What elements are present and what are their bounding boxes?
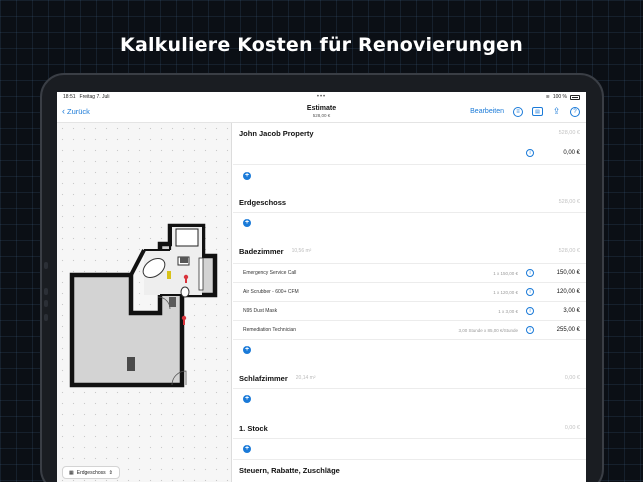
- status-time: 18:51: [63, 94, 76, 100]
- line-item-name: Remediation Technician: [243, 327, 296, 333]
- section-bathroom[interactable]: Badezimmer 10,56 m² 528,00 €: [233, 241, 586, 261]
- divider: [233, 164, 586, 165]
- moisture-marker[interactable]: [181, 315, 187, 321]
- floor-selector[interactable]: ▦ Erdgeschoss ⇕: [62, 466, 120, 479]
- section-total: 0,00 €: [564, 425, 580, 431]
- section-total: 528,00 €: [558, 248, 580, 254]
- section-property[interactable]: John Jacob Property 528,00 €: [233, 123, 586, 143]
- wifi-icon: ≋: [545, 94, 550, 100]
- line-item-price: 255,00 €: [556, 327, 580, 333]
- add-item-button[interactable]: +: [243, 346, 251, 354]
- section-name: Schlafzimmer: [239, 373, 288, 383]
- divider: [233, 339, 586, 340]
- chevron-updown-icon: ⇕: [108, 469, 113, 476]
- section-bedroom[interactable]: Schlafzimmer 20,14 m² 0,00 €: [233, 368, 586, 388]
- side-button: [44, 314, 48, 321]
- line-item[interactable]: N95 Dust Mask 1 x 3,00 € i 3,00 €: [233, 301, 586, 320]
- divider: [233, 438, 586, 439]
- add-item-button[interactable]: +: [243, 395, 251, 403]
- diagonal-wall: [129, 249, 146, 276]
- section-name: Erdgeschoss: [239, 197, 287, 207]
- line-item-name: N95 Dust Mask: [243, 308, 278, 314]
- info-icon[interactable]: i: [526, 288, 534, 296]
- side-button: [44, 300, 48, 307]
- line-item-qty: 1 x 3,00 €: [498, 308, 518, 314]
- moisture-marker: [183, 320, 185, 325]
- property-row[interactable]: i 0,00 €: [233, 143, 586, 162]
- info-icon[interactable]: i: [526, 307, 534, 315]
- section-ground-floor[interactable]: Erdgeschoss 528,00 €: [233, 192, 586, 212]
- equipment-icon[interactable]: [180, 257, 188, 263]
- row-price: 0,00 €: [563, 149, 580, 156]
- line-item-name: Air Scrubber - 600+ CFM: [243, 289, 299, 295]
- section-name: John Jacob Property: [239, 128, 314, 138]
- edit-button[interactable]: Bearbeiten: [470, 108, 504, 115]
- section-taxes[interactable]: Steuern, Rabatte, Zuschläge: [233, 460, 586, 480]
- section-first-floor[interactable]: 1. Stock 0,00 €: [233, 418, 586, 438]
- section-name: 1. Stock: [239, 423, 268, 433]
- line-item[interactable]: Air Scrubber - 600+ CFM 1 x 120,00 € i 1…: [233, 282, 586, 301]
- section-total: 528,00 €: [558, 199, 580, 205]
- line-item-price: 120,00 €: [556, 289, 580, 295]
- line-item[interactable]: Remediation Technician 3,00 Stunde x 85,…: [233, 320, 586, 339]
- battery-percent: 100 %: [552, 94, 567, 100]
- line-item-qty: 1 x 120,00 €: [493, 289, 518, 295]
- multitask-dots-icon[interactable]: •••: [317, 94, 326, 100]
- share-icon[interactable]: ⇪: [552, 106, 561, 117]
- contact-card-icon[interactable]: ▤: [532, 107, 543, 116]
- app-screen: 18:51 Freitag 7. Juli ••• ≋ 100 % ‹ Zurü…: [57, 92, 586, 482]
- add-room-button[interactable]: +: [243, 445, 251, 453]
- vanity: [198, 257, 204, 291]
- section-total: 528,00 €: [558, 130, 580, 136]
- battery-icon: [570, 94, 580, 100]
- navigation-bar: ‹ Zurück Estimate 528,00 € Bearbeiten ≡ …: [57, 102, 586, 123]
- divider: [233, 388, 586, 389]
- line-item-qty: 3,00 Stunde x 85,00 €/Stunde: [458, 327, 518, 333]
- estimate-pane: John Jacob Property 528,00 € i 0,00 € + …: [233, 123, 586, 482]
- closet-box: [175, 228, 199, 247]
- line-item-qty: 1 x 150,00 €: [493, 270, 518, 276]
- side-button: [44, 262, 48, 269]
- room-area: 20,14 m²: [295, 375, 316, 381]
- nav-actions: Bearbeiten ≡ ▤ ⇪ ?: [470, 106, 580, 117]
- section-name: Badezimmer: [239, 246, 284, 256]
- door-block: [127, 357, 135, 371]
- room-area: 10,56 m²: [291, 248, 312, 254]
- side-button: [44, 288, 48, 295]
- section-name: Steuern, Rabatte, Zuschläge: [239, 465, 340, 475]
- door-block: [169, 297, 176, 307]
- help-icon[interactable]: ?: [570, 106, 580, 117]
- add-room-button[interactable]: +: [243, 219, 251, 227]
- status-bar: 18:51 Freitag 7. Juli ••• ≋ 100 %: [57, 92, 586, 102]
- line-item-price: 3,00 €: [563, 308, 580, 314]
- page-headline: Kalkuliere Kosten für Renovierungen: [120, 34, 523, 56]
- info-icon[interactable]: i: [526, 269, 534, 277]
- equipment-marker[interactable]: [167, 271, 171, 279]
- info-icon[interactable]: i: [526, 326, 534, 334]
- toilet: [180, 286, 190, 298]
- floor-selector-label: Erdgeschoss: [76, 469, 106, 476]
- line-item-name: Emergency Service Call: [243, 270, 297, 276]
- settings-sliders-icon[interactable]: ≡: [513, 106, 523, 117]
- info-icon[interactable]: i: [526, 148, 534, 157]
- status-date: Freitag 7. Juli: [79, 94, 110, 100]
- section-total: 0,00 €: [564, 375, 580, 381]
- divider: [233, 212, 586, 213]
- line-item-price: 150,00 €: [556, 270, 580, 276]
- floor-plan-pane: ▦ Erdgeschoss ⇕: [57, 123, 232, 482]
- moisture-marker: [185, 278, 187, 283]
- layers-icon: ▦: [69, 469, 74, 476]
- line-item[interactable]: Emergency Service Call 1 x 150,00 € i 15…: [233, 263, 586, 282]
- add-item-button[interactable]: +: [243, 172, 251, 180]
- floor-plan-drawing[interactable]: [57, 123, 232, 482]
